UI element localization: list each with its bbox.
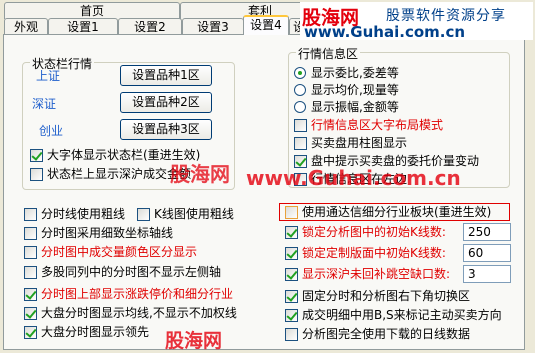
gap-count-checkbox[interactable] bbox=[285, 268, 298, 281]
fixed-switch-label: 固定分时和分析图右下角切换区 bbox=[302, 289, 471, 303]
daily-download-label: 分析图完全使用下载的日线数据 bbox=[302, 327, 471, 341]
site-logo: 股海网 股票软件资源分享 www.Guhai.com.cn bbox=[300, 2, 533, 41]
industry-sector-label: 使用通达信细分行业板块(重进生效) bbox=[302, 205, 492, 219]
tab-home[interactable]: 首页 bbox=[4, 2, 180, 19]
set-variety-3-button[interactable]: 设置品种3区 bbox=[120, 119, 212, 140]
gap-count-input[interactable]: 3 bbox=[463, 265, 511, 283]
label-shanghai: 上证 bbox=[36, 69, 61, 83]
logo-slogan: 股票软件资源分享 bbox=[386, 8, 506, 24]
label-chinext: 创业 bbox=[39, 124, 64, 138]
tab-appearance[interactable]: 外观 bbox=[4, 18, 48, 35]
bar-chart-checkbox[interactable] bbox=[294, 137, 307, 150]
custom-days-input[interactable]: 60 bbox=[463, 244, 511, 262]
info-left-checkbox[interactable] bbox=[294, 173, 307, 186]
intraday-thick-line-label: 分时线使用粗线 bbox=[41, 207, 126, 221]
quote-info-group-title: 行情信息区 bbox=[296, 45, 361, 62]
intraday-thick-line-checkbox[interactable] bbox=[24, 208, 37, 221]
info-radio-amplitude-label: 显示振幅,金额等 bbox=[311, 100, 399, 114]
order-change-label: 盘中提示买卖盘的委托价量变动 bbox=[311, 154, 480, 168]
bs-arrow-checkbox[interactable] bbox=[285, 309, 298, 322]
order-change-checkbox[interactable] bbox=[294, 155, 307, 168]
daily-download-checkbox[interactable] bbox=[285, 328, 298, 341]
info-radio-avg-label: 显示均价,现量等 bbox=[311, 83, 399, 97]
gap-count-label: 显示深沪未回补跳空缺口数: bbox=[302, 267, 451, 281]
analysis-days-input[interactable]: 250 bbox=[463, 223, 511, 241]
limit-price-label: 分时图上部显示涨跌停价和细分行业 bbox=[41, 287, 234, 301]
info-big-layout-checkbox[interactable] bbox=[294, 119, 307, 132]
fine-axis-label: 分时图采用细致坐标轴线 bbox=[41, 226, 174, 240]
tab-settings-1[interactable]: 设置1 bbox=[48, 18, 118, 35]
kline-thick-line-checkbox[interactable] bbox=[137, 208, 150, 221]
info-left-label: 行情信息区在左边 bbox=[311, 172, 408, 186]
fine-axis-checkbox[interactable] bbox=[24, 227, 37, 240]
big-font-status-label: 大字体显示状态栏(重进生效) bbox=[47, 148, 201, 162]
show-sz-amount-label: 状态栏上显示深沪成交金额 bbox=[47, 167, 192, 181]
label-shenzhen: 深证 bbox=[32, 97, 57, 111]
tab-settings-4[interactable]: 设置4 bbox=[243, 15, 289, 35]
index-avg-line-label: 大盘分时图显示均线,不显示不加权线 bbox=[41, 306, 237, 320]
info-radio-amplitude[interactable] bbox=[294, 101, 306, 113]
analysis-days-label: 锁定分析图中的初始K线数: bbox=[302, 225, 446, 239]
bar-chart-label: 买卖盘用柱图显示 bbox=[311, 136, 408, 150]
hide-left-axis-checkbox[interactable] bbox=[24, 266, 37, 279]
industry-sector-checkbox[interactable] bbox=[285, 206, 298, 219]
info-radio-avg[interactable] bbox=[294, 84, 306, 96]
index-avg-line-checkbox[interactable] bbox=[24, 307, 37, 320]
limit-price-checkbox[interactable] bbox=[24, 288, 37, 301]
volume-color-checkbox[interactable] bbox=[24, 246, 37, 259]
info-radio-ratio-label: 显示委比,委差等 bbox=[311, 66, 399, 80]
set-variety-2-button[interactable]: 设置品种2区 bbox=[120, 92, 212, 113]
tab-settings-3[interactable]: 设置3 bbox=[182, 18, 244, 35]
hide-left-axis-label: 多股同列中的分时图不显示左侧轴 bbox=[41, 265, 222, 279]
logo-domain: www.Guhai.com.cn bbox=[304, 23, 466, 41]
index-lead-checkbox[interactable] bbox=[24, 326, 37, 339]
kline-thick-line-label: K线图使用粗线 bbox=[154, 207, 234, 221]
volume-color-label: 分时图中成交量颜色区分显示 bbox=[41, 245, 198, 259]
index-lead-label: 大盘分时图显示领先 bbox=[41, 325, 150, 339]
tab-settings-2[interactable]: 设置2 bbox=[118, 18, 182, 35]
info-radio-ratio[interactable] bbox=[294, 67, 306, 79]
show-sz-amount-checkbox[interactable] bbox=[30, 168, 43, 181]
fixed-switch-checkbox[interactable] bbox=[285, 290, 298, 303]
bs-arrow-label: 成交明细中用B,S来标记主动买卖方向 bbox=[302, 308, 502, 322]
custom-days-checkbox[interactable] bbox=[285, 247, 298, 260]
set-variety-1-button[interactable]: 设置品种1区 bbox=[120, 65, 212, 86]
analysis-days-checkbox[interactable] bbox=[285, 226, 298, 239]
custom-days-label: 锁定定制版面中初始K线数: bbox=[302, 246, 446, 260]
info-big-layout-label: 行情信息区大字布局模式 bbox=[311, 118, 444, 132]
big-font-status-checkbox[interactable] bbox=[30, 149, 43, 162]
